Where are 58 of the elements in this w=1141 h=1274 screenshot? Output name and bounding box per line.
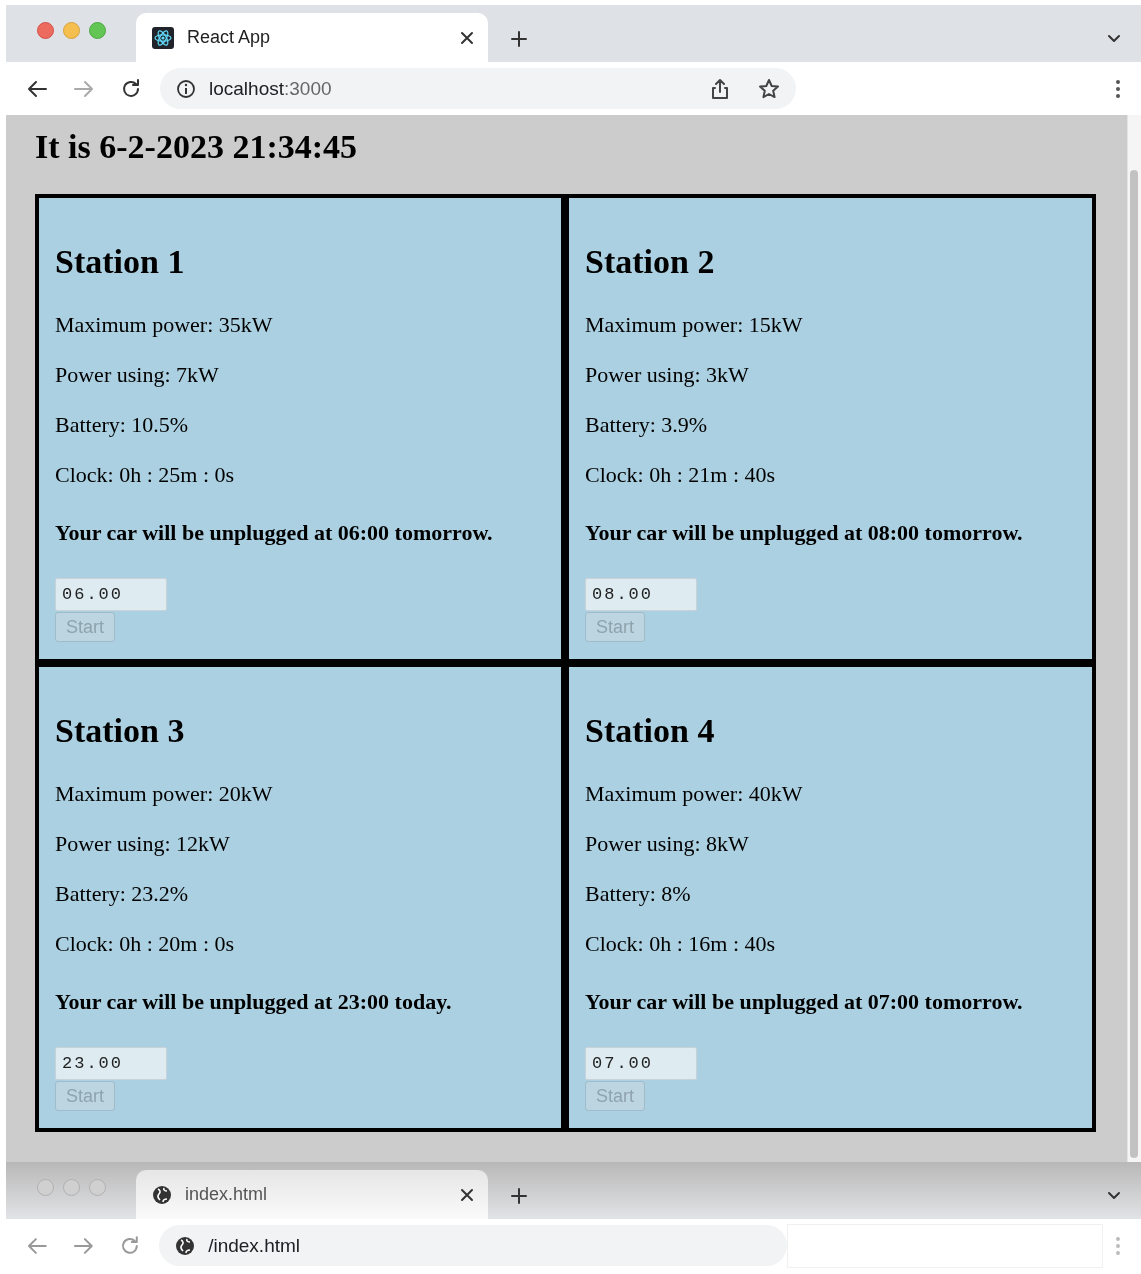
window-minimize-button[interactable] [63,22,80,39]
station-info: Clock: 0h : 20m : 0s [55,931,235,957]
station-title: Station 3 [55,711,185,751]
station-info: Clock: 0h : 21m : 40s [585,462,776,488]
unplug-notice: Your car will be unplugged at 23:00 today. [55,989,452,1015]
more-menu-icon[interactable] [1115,78,1121,99]
scrollbar-thumb[interactable] [1130,170,1138,1158]
address-bar[interactable]: /index.html [159,1225,788,1266]
globe-icon [152,1184,172,1205]
time-input[interactable]: 08.00 [585,578,697,611]
unplug-notice: Your car will be unplugged at 07:00 tomorrow. [585,989,1023,1015]
date-time-heading: It is 6-2-2023 21:34:45 [35,127,359,167]
plus-icon[interactable] [510,30,528,48]
station-info: Maximum power: 20kW [55,781,273,807]
station-info: Clock: 0h : 16m : 40s [585,931,776,957]
back-icon[interactable] [26,78,48,99]
reload-icon[interactable] [120,77,142,100]
plus-icon[interactable] [510,1187,528,1205]
station-title: Station 2 [585,242,715,282]
station-info: Battery: 3.9% [585,412,708,438]
forward-icon[interactable] [72,1235,95,1256]
unplug-notice: Your car will be unplugged at 06:00 tomorrow. [55,520,493,546]
time-input[interactable]: 23.00 [55,1047,167,1080]
close-icon[interactable] [460,30,474,45]
station-info: Battery: 10.5% [55,412,189,438]
station-info: Power using: 12kW [55,831,230,857]
globe-icon [175,1235,196,1256]
star-icon[interactable] [758,77,780,100]
station-info: Power using: 8kW [585,831,749,857]
station-info: Battery: 23.2% [55,881,189,907]
tab-title: index.html [185,1184,269,1205]
react-logo-icon [152,26,174,49]
share-icon[interactable] [711,77,729,100]
station-title: Station 4 [585,711,715,751]
time-input[interactable]: 07.00 [585,1047,697,1080]
unplug-notice: Your car will be unplugged at 08:00 tomorrow. [585,520,1023,546]
chevron-down-icon[interactable] [1107,34,1121,44]
station-title: Station 1 [55,242,185,282]
browser-tab[interactable]: index.html [136,1170,488,1219]
tab-title: React App [187,27,272,48]
time-input[interactable]: 06.00 [55,578,167,611]
station-info: Power using: 3kW [585,362,749,388]
browser-tab[interactable]: React App [136,13,488,62]
scrollbar[interactable] [1127,115,1141,1162]
station-info: Maximum power: 35kW [55,312,273,338]
chevron-down-icon[interactable] [1107,1191,1121,1201]
station-info: Maximum power: 40kW [585,781,803,807]
close-icon[interactable] [460,1187,474,1202]
station-info: Clock: 0h : 25m : 0s [55,462,235,488]
station-info: Power using: 7kW [55,362,219,388]
url-text: localhost:3000 [209,77,332,100]
window-close-button[interactable] [37,22,54,39]
station-info: Maximum power: 15kW [585,312,803,338]
window-zoom-button[interactable] [89,22,106,39]
station-info: Battery: 8% [585,881,691,907]
address-bar[interactable]: localhost:3000 [160,68,796,109]
info-icon[interactable] [176,78,196,99]
url-text: /index.html [208,1234,301,1257]
